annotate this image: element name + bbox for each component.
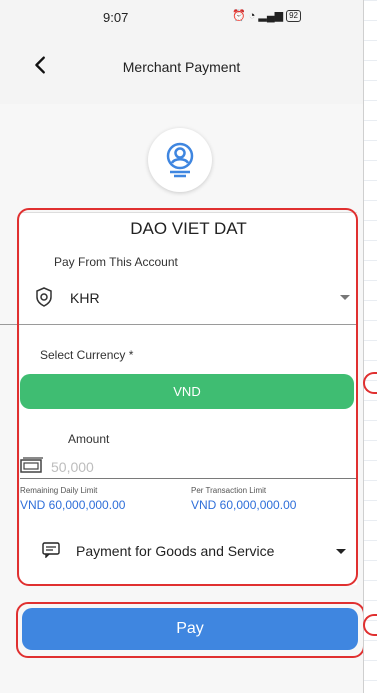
merchant-avatar-icon xyxy=(166,142,194,178)
highlight-form-outline xyxy=(17,208,358,586)
status-time: 9:07 xyxy=(103,10,129,25)
pay-button[interactable]: Pay xyxy=(22,608,358,650)
status-bar: 9:07 ⏰ ◔ ▂▄▆ 92 xyxy=(0,0,363,34)
wifi-icon: ◔ xyxy=(248,9,256,22)
phone-screen: 9:07 ⏰ ◔ ▂▄▆ 92 Merchant Payment DAO VIE… xyxy=(0,0,364,693)
status-icons: ⏰ ◔ ▂▄▆ 92 xyxy=(232,9,301,22)
alarm-icon: ⏰ xyxy=(232,10,246,22)
merchant-avatar xyxy=(148,128,212,192)
signal-icon: ▂▄▆ xyxy=(258,10,284,22)
battery-icon: 92 xyxy=(286,9,301,22)
page-title: Merchant Payment xyxy=(122,59,241,75)
app-bar: Merchant Payment xyxy=(0,34,363,104)
